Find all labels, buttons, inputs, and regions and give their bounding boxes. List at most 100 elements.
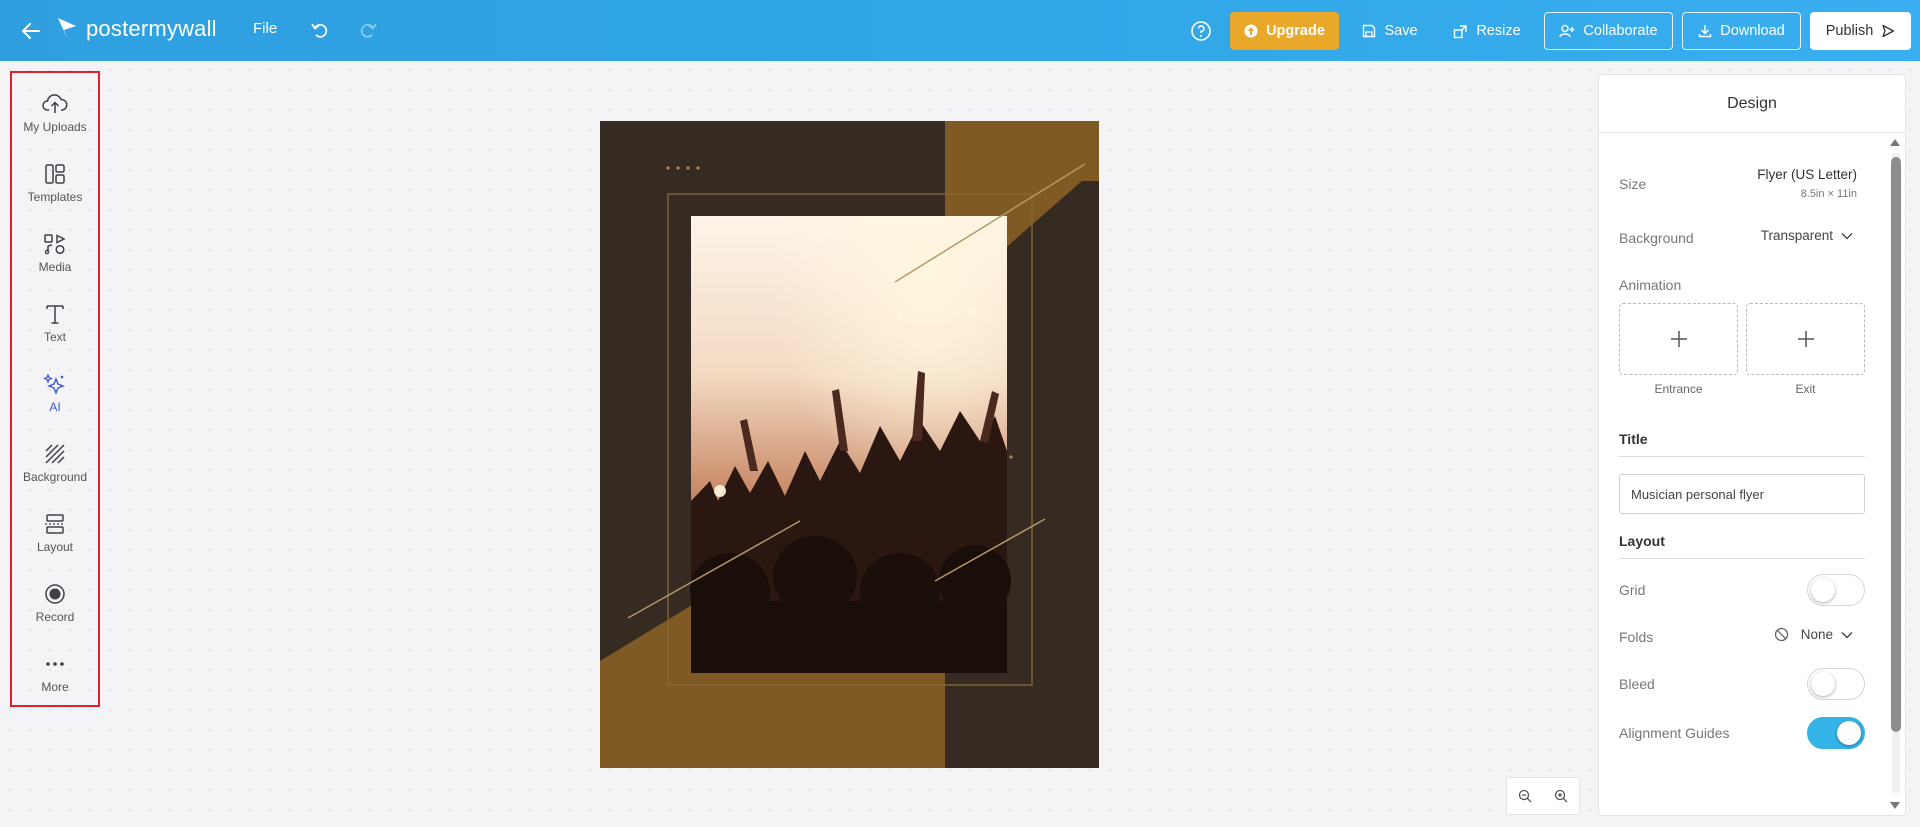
design-canvas[interactable] <box>600 121 1099 768</box>
media-icon <box>44 234 66 255</box>
entrance-animation-button[interactable] <box>1619 303 1738 375</box>
size-label: Size <box>1619 176 1647 192</box>
sidebar-item-label: Record <box>35 610 75 624</box>
bleed-label: Bleed <box>1619 676 1655 692</box>
templates-icon <box>45 164 65 184</box>
sidebar-item-more[interactable]: More <box>12 649 98 711</box>
plus-icon <box>1797 331 1814 347</box>
collaborate-label: Collaborate <box>1583 23 1658 39</box>
ai-sparkle-icon <box>43 373 65 395</box>
animation-label: Animation <box>1619 277 1682 293</box>
text-icon <box>46 305 64 324</box>
size-row[interactable]: Size Flyer (US Letter) 8.5in × 11in <box>1619 167 1865 207</box>
chevron-down-icon <box>1841 232 1853 239</box>
zoom-in-icon[interactable] <box>1550 785 1572 807</box>
concert-photo <box>690 216 1011 673</box>
redo-icon[interactable] <box>358 20 378 40</box>
layout-icon <box>45 514 65 534</box>
left-toolbar: My Uploads Templates Media Text AI Backg… <box>10 71 100 707</box>
add-user-icon <box>1559 24 1575 38</box>
publish-button[interactable]: Publish <box>1810 12 1911 50</box>
scroll-up-icon[interactable] <box>1889 137 1901 147</box>
alignment-guides-toggle[interactable] <box>1807 717 1865 749</box>
bleed-toggle[interactable] <box>1807 668 1865 700</box>
sidebar-item-label: My Uploads <box>23 120 87 134</box>
sidebar-item-label: Media <box>38 260 72 274</box>
sidebar-item-ai[interactable]: AI <box>12 369 98 431</box>
divider <box>1619 558 1865 559</box>
size-value: Flyer (US Letter) <box>1757 167 1857 182</box>
file-menu[interactable]: File <box>253 20 277 37</box>
resize-icon <box>1454 24 1468 38</box>
help-icon[interactable] <box>1190 20 1212 42</box>
bleed-row: Bleed <box>1619 668 1865 700</box>
brand-logo[interactable]: postermywall <box>56 16 217 42</box>
download-button[interactable]: Download <box>1682 12 1801 50</box>
undo-icon[interactable] <box>310 20 330 40</box>
sidebar-item-label: Layout <box>36 540 74 554</box>
download-label: Download <box>1720 23 1785 39</box>
upload-cloud-icon <box>42 94 68 113</box>
alignment-guides-row: Alignment Guides <box>1619 717 1865 749</box>
scrollbar-thumb[interactable] <box>1891 157 1901 732</box>
save-button[interactable]: Save <box>1360 12 1420 50</box>
upgrade-coin-icon <box>1244 24 1258 38</box>
more-dots-icon <box>46 662 64 666</box>
grid-label: Grid <box>1619 582 1646 598</box>
save-label: Save <box>1384 23 1418 39</box>
back-arrow-icon[interactable] <box>18 18 44 44</box>
sidebar-item-label: Background <box>22 470 88 484</box>
size-dimensions: 8.5in × 11in <box>1800 188 1857 200</box>
publish-label: Publish <box>1825 23 1874 39</box>
zoom-controls <box>1506 777 1580 815</box>
sidebar-item-text[interactable]: Text <box>12 299 98 361</box>
background-dropdown[interactable]: Transparent <box>1761 228 1853 243</box>
grid-row: Grid <box>1619 574 1865 606</box>
sidebar-item-my-uploads[interactable]: My Uploads <box>12 89 98 151</box>
none-circle-slash-icon <box>1774 627 1788 642</box>
save-icon <box>1363 24 1376 38</box>
logo-mark-icon <box>58 18 76 40</box>
download-icon <box>1699 25 1712 38</box>
sidebar-item-label: Templates <box>27 190 83 204</box>
brand-name: postermywall <box>86 16 217 41</box>
entrance-label: Entrance <box>1654 382 1703 396</box>
sidebar-item-background[interactable]: Background <box>12 439 98 501</box>
sidebar-item-media[interactable]: Media <box>12 229 98 291</box>
title-input[interactable] <box>1619 474 1865 514</box>
folds-label: Folds <box>1619 629 1654 645</box>
folds-dropdown[interactable]: None <box>1774 627 1853 642</box>
upgrade-label: Upgrade <box>1266 23 1325 39</box>
publish-icon <box>1882 24 1895 38</box>
chevron-down-icon <box>1841 631 1853 638</box>
zoom-out-icon[interactable] <box>1514 785 1536 807</box>
sidebar-item-label: More <box>41 680 69 694</box>
exit-animation-button[interactable] <box>1746 303 1865 375</box>
background-hatch-icon <box>45 444 65 464</box>
sidebar-item-label: AI <box>49 400 61 414</box>
background-row: Background Transparent <box>1619 228 1865 250</box>
panel-title: Design <box>1599 75 1905 133</box>
upgrade-button[interactable]: Upgrade <box>1230 12 1339 50</box>
top-toolbar: postermywall File Upgrade Save Resize Co… <box>0 0 1920 61</box>
sidebar-item-layout[interactable]: Layout <box>12 509 98 571</box>
layout-section-heading: Layout <box>1619 533 1665 549</box>
exit-label: Exit <box>1795 382 1816 396</box>
panel-scrollbar[interactable] <box>1889 133 1901 815</box>
divider <box>1619 456 1865 457</box>
alignment-guides-label: Alignment Guides <box>1619 725 1730 741</box>
sidebar-item-label: Text <box>43 330 66 344</box>
flyer-artwork <box>600 121 1099 768</box>
collaborate-button[interactable]: Collaborate <box>1544 12 1673 50</box>
resize-button[interactable]: Resize <box>1452 12 1522 50</box>
background-label: Background <box>1619 230 1694 246</box>
sidebar-item-record[interactable]: Record <box>12 579 98 641</box>
folds-value: None <box>1800 627 1833 642</box>
background-value: Transparent <box>1760 228 1833 243</box>
design-panel: Design Size Flyer (US Letter) 8.5in × 11… <box>1598 74 1906 816</box>
grid-toggle[interactable] <box>1807 574 1865 606</box>
sidebar-item-templates[interactable]: Templates <box>12 159 98 221</box>
record-icon <box>45 584 65 604</box>
scroll-down-icon[interactable] <box>1889 801 1901 811</box>
folds-row: Folds None <box>1619 627 1865 649</box>
